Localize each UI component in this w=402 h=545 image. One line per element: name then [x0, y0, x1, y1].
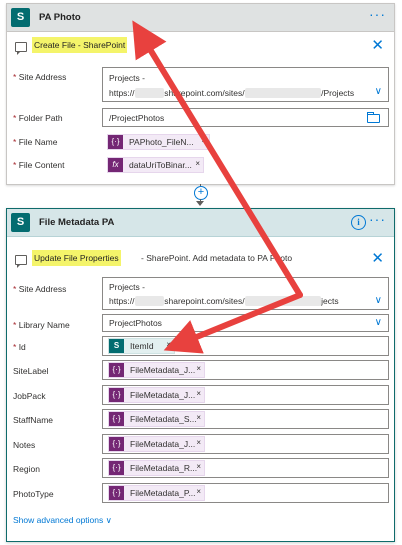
annotation-arrow-up — [132, 20, 303, 298]
annotation-arrow-left — [163, 292, 303, 354]
annotation-arrows — [132, 20, 303, 354]
